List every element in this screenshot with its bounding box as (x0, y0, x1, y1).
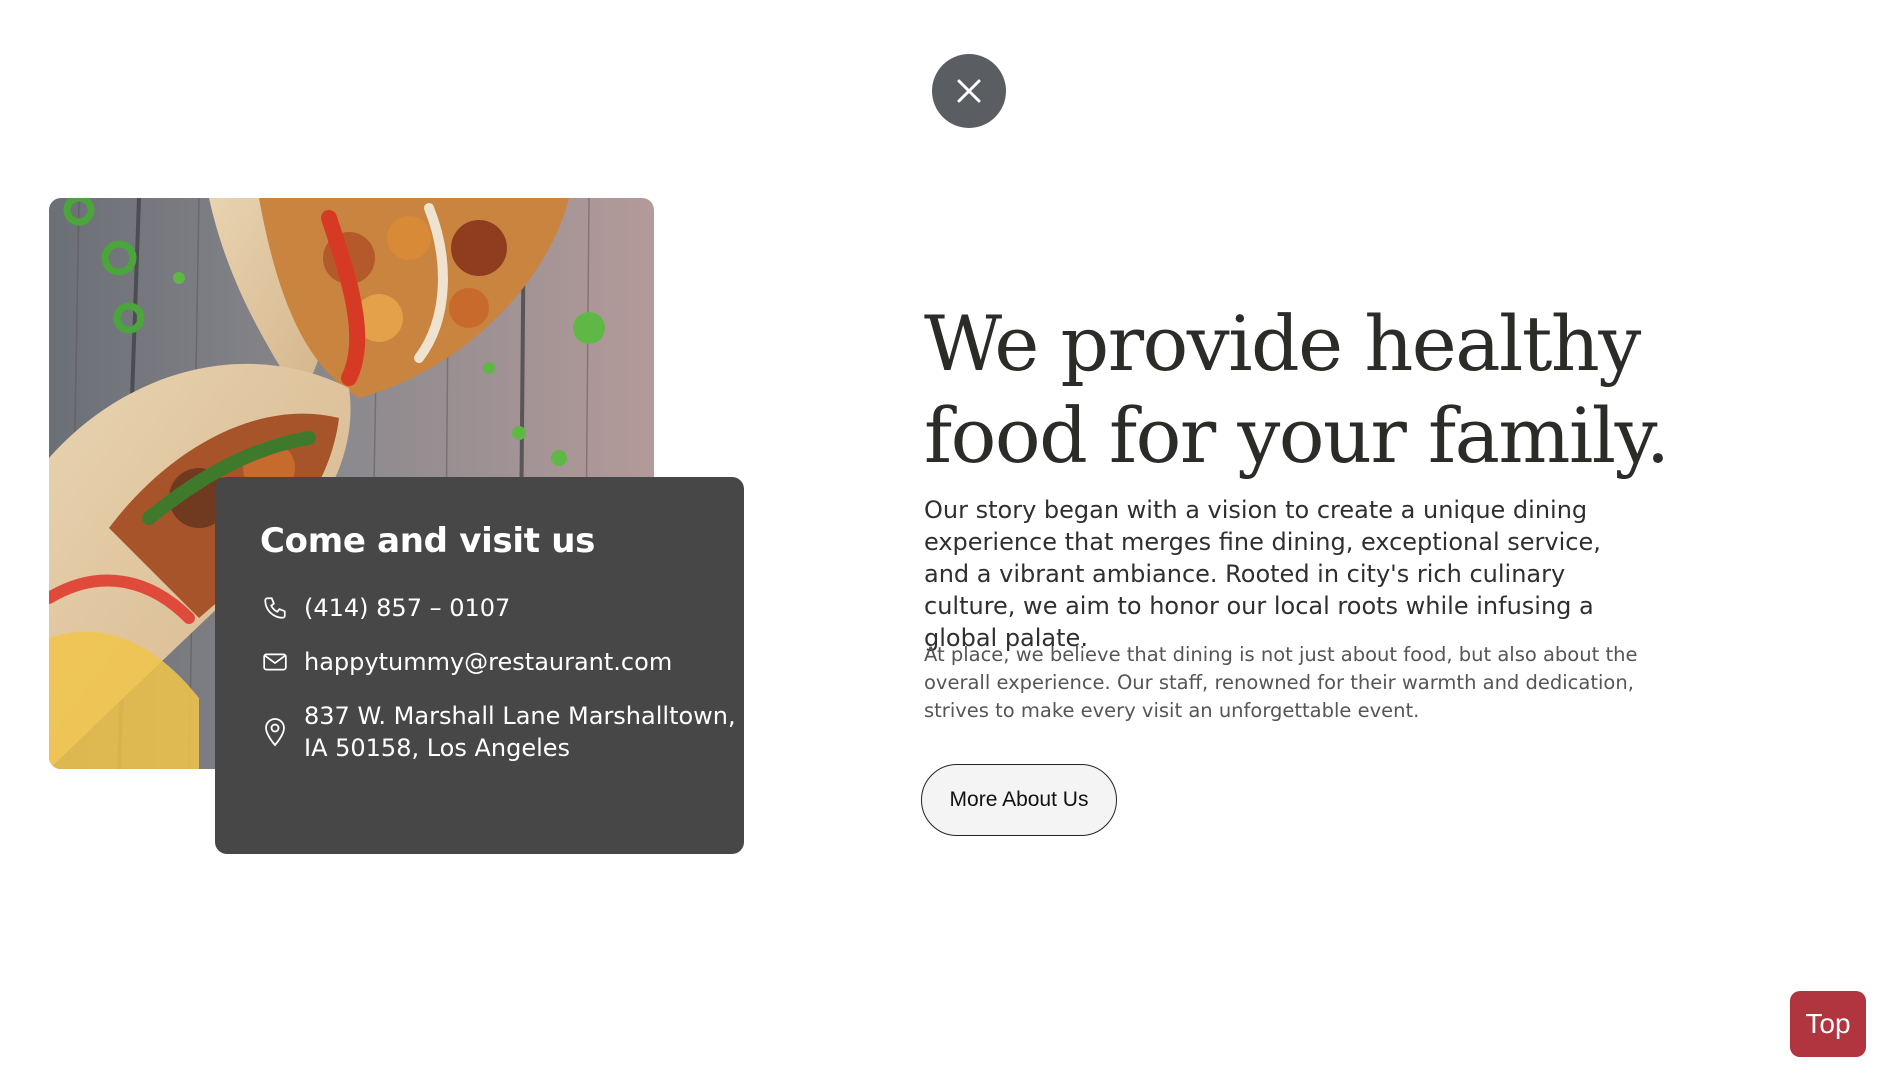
about-sub-paragraph: At place, we believe that dining is not … (924, 643, 1638, 722)
more-about-us-button[interactable]: More About Us (921, 764, 1117, 836)
address-line-1: 837 W. Marshall Lane Marshalltown, (304, 701, 736, 730)
address-text: 837 W. Marshall Lane Marshalltown, IA 50… (304, 700, 736, 764)
about-lead-paragraph: Our story began with a vision to create … (924, 496, 1601, 652)
close-button[interactable] (932, 54, 1006, 128)
contact-phone[interactable]: (414) 857 – 0107 (260, 592, 744, 624)
mail-icon (260, 646, 290, 678)
phone-icon (260, 592, 290, 624)
address-line-2: IA 50158, Los Angeles (304, 733, 571, 762)
visit-card-title: Come and visit us (260, 521, 596, 561)
about-headline: We provide healthy food for your family. (924, 298, 1704, 482)
close-icon (957, 79, 981, 103)
scroll-top-button[interactable]: Top (1790, 991, 1866, 1057)
location-pin-icon (260, 716, 290, 748)
visit-card: Come and visit us (414) 857 – 0107 happy… (215, 477, 744, 854)
headline-line-1: We provide healthy (924, 299, 1641, 388)
contact-email[interactable]: happytummy@restaurant.com (260, 646, 744, 678)
headline-line-2: food for your family. (924, 391, 1670, 480)
contact-address: 837 W. Marshall Lane Marshalltown, IA 50… (260, 700, 744, 764)
email-address: happytummy@restaurant.com (304, 647, 673, 676)
phone-number: (414) 857 – 0107 (304, 593, 511, 622)
